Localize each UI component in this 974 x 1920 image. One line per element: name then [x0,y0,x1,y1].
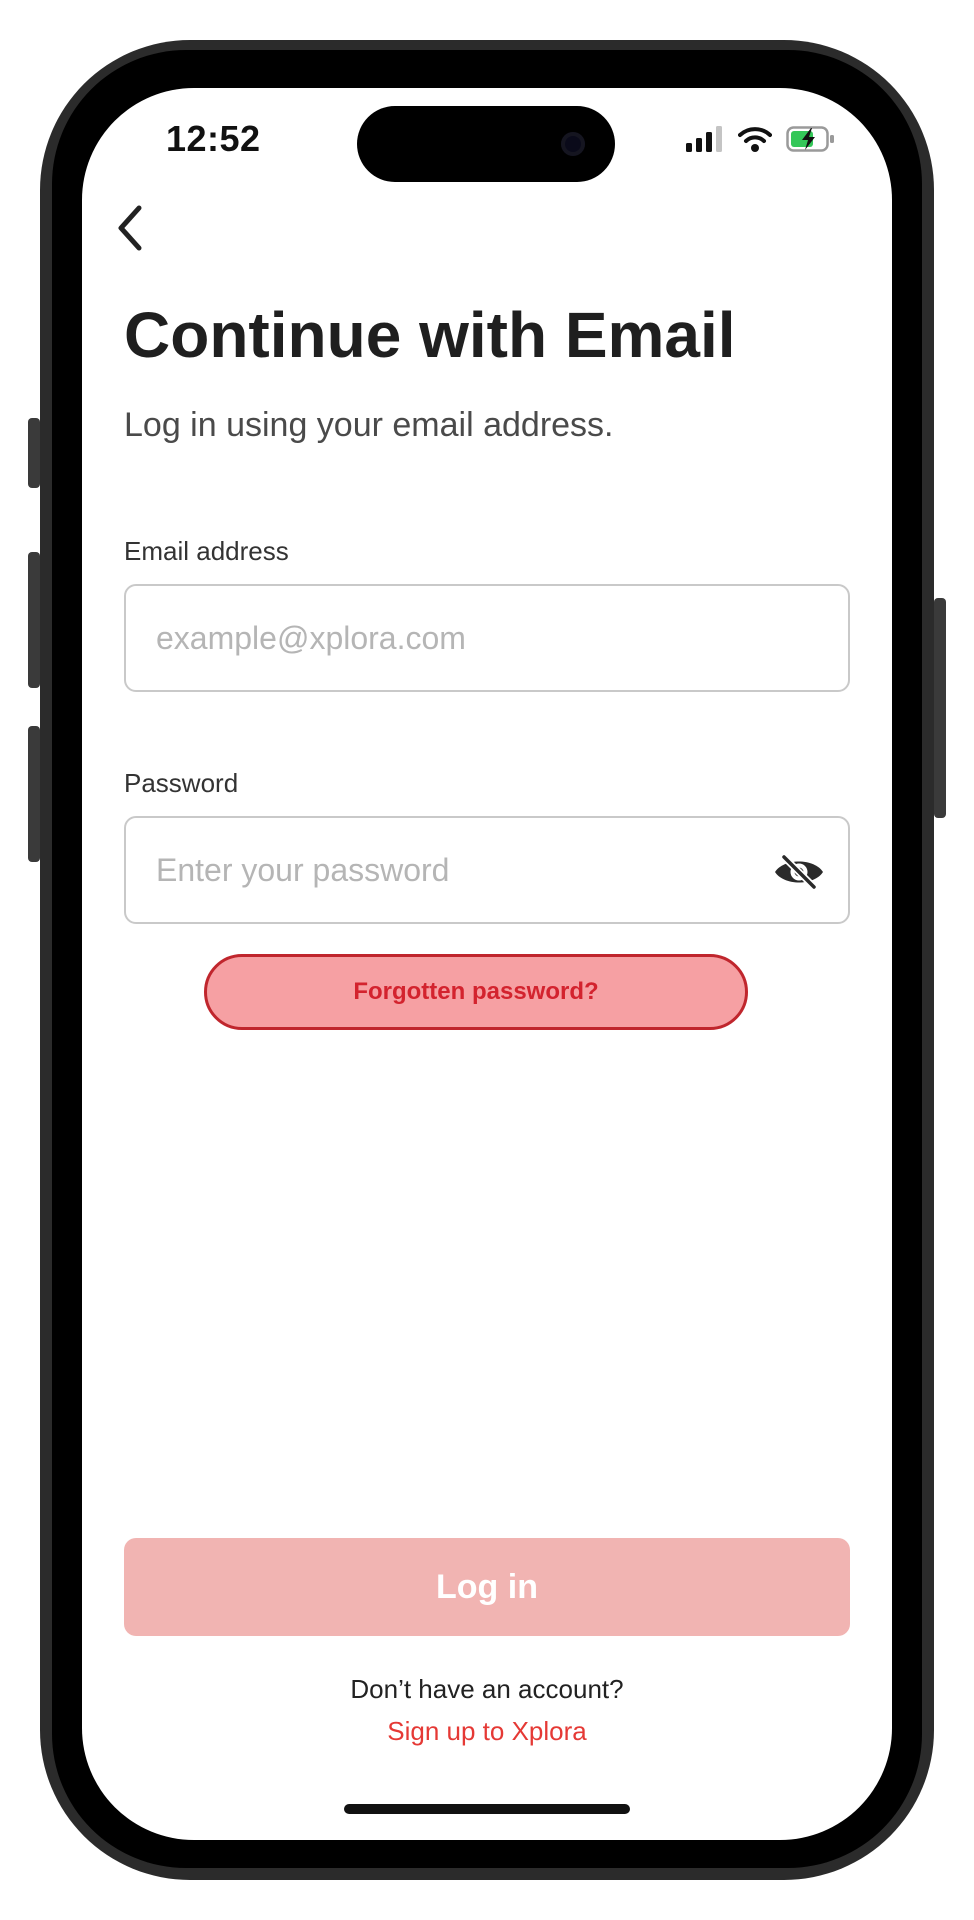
password-field-box [124,816,850,924]
front-camera-icon [561,132,585,156]
battery-charging-icon [786,126,834,152]
password-label: Password [124,768,239,798]
volume-down-button [28,726,40,862]
cellular-signal-icon [686,126,722,152]
power-button [934,598,946,818]
chevron-left-icon [118,205,142,251]
email-field[interactable] [156,586,756,690]
login-button[interactable]: Log in [124,1538,850,1636]
status-time: 12:52 [166,118,261,159]
wifi-icon [738,127,772,152]
forgot-password-button[interactable]: Forgotten password? [204,954,748,1030]
back-button[interactable] [100,198,160,258]
action-button [28,418,40,488]
page-title: Continue with Email [124,299,736,371]
dynamic-island [357,106,615,182]
eye-hidden-icon[interactable] [772,852,826,892]
email-field-box [124,584,850,692]
password-field[interactable] [156,818,756,922]
home-indicator[interactable] [344,1804,630,1814]
status-icons [686,126,836,152]
volume-up-button [28,552,40,688]
page-subtitle: Log in using your email address. [124,406,614,444]
no-account-prompt: Don’t have an account? [350,1674,624,1704]
email-label: Email address [124,536,289,566]
signup-link[interactable]: Sign up to Xplora [82,1716,892,1747]
app-screen: 12:52 Continue with Email Log in using y… [82,88,892,1840]
